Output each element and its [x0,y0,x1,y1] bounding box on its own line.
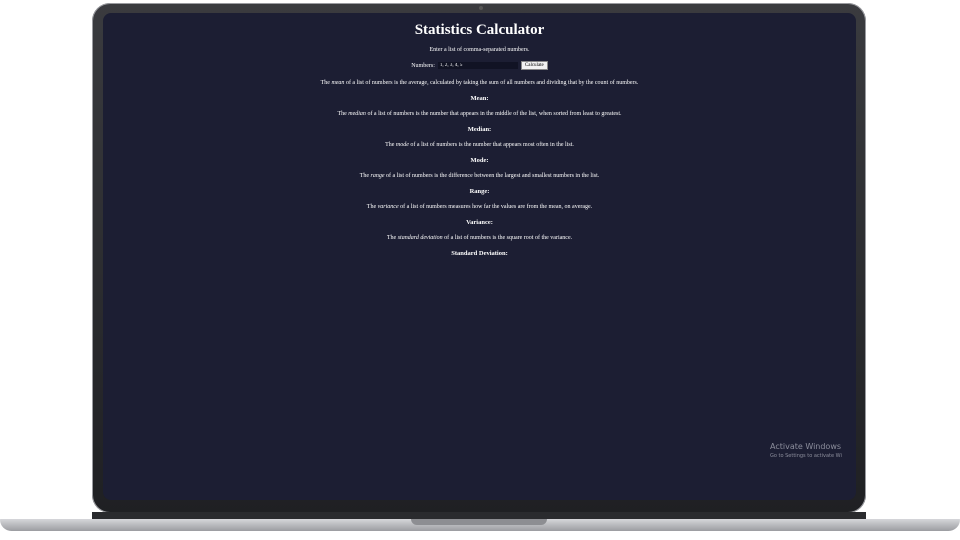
stats-sections: The mean of a list of numbers is the ave… [103,77,856,263]
range-result: Range: [469,188,490,195]
median-result: Median: [467,126,492,133]
variance-description: The variance of a list of numbers measur… [366,204,593,210]
std-deviation-result: Standard Deviation: [451,250,508,257]
watermark-title: Activate Windows [770,442,842,451]
variance-result: Variance: [466,219,493,226]
mode-description: The mode of a list of numbers is the num… [385,142,574,148]
std-deviation-term: standard deviation [397,235,443,241]
mean-result: Mean: [470,95,489,102]
calculate-button[interactable]: Calculate [520,61,548,70]
median-description: The median of a list of numbers is the n… [337,111,622,117]
numbers-label: Numbers: [411,62,435,69]
activate-windows-watermark: Activate Windows Go to Settings to activ… [770,442,842,459]
browser-viewport: Statistics Calculator Enter a list of co… [103,13,856,500]
laptop-base-notch [411,519,547,525]
mode-term: mode [395,142,409,148]
variance-term: variance [377,204,399,210]
watermark-subtitle: Go to Settings to activate Wi [770,453,842,459]
median-term: median [348,111,366,117]
std-deviation-description: The standard deviation of a list of numb… [386,235,573,241]
numbers-input[interactable] [437,62,518,69]
numbers-form: Numbers: Calculate [103,61,856,70]
intro-text: Enter a list of comma-separated numbers. [429,47,530,53]
mean-description: The mean of a list of numbers is the ave… [320,80,639,86]
range-term: range [370,173,385,179]
camera-icon [479,6,483,10]
mean-term: mean [331,80,345,86]
range-description: The range of a list of numbers is the di… [359,173,600,179]
page-title: Statistics Calculator [414,22,545,38]
mode-result: Mode: [470,157,489,164]
